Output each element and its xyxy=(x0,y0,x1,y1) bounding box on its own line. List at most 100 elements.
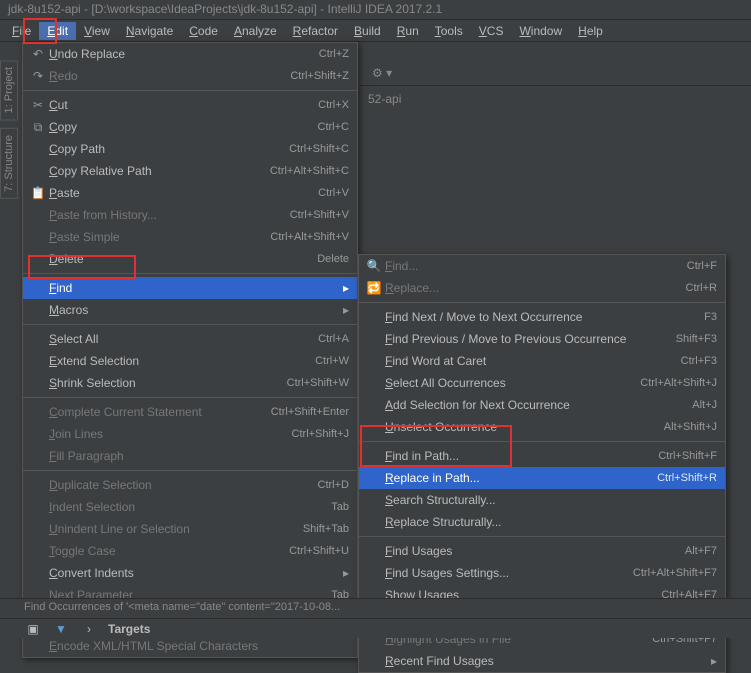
menu-refactor[interactable]: Refactor xyxy=(285,22,346,40)
menu-item-label: Indent Selection xyxy=(49,500,331,514)
menu-analyze[interactable]: Analyze xyxy=(226,22,285,40)
menu-help[interactable]: Help xyxy=(570,22,611,40)
menu-vcs[interactable]: VCS xyxy=(471,22,512,40)
find-item-find-usages[interactable]: Find UsagesAlt+F7 xyxy=(359,540,725,562)
edit-separator xyxy=(23,470,357,471)
find-item-find-next-move-to-next-occurrence[interactable]: Find Next / Move to Next OccurrenceF3 xyxy=(359,306,725,328)
edit-item-paste-simple[interactable]: Paste SimpleCtrl+Alt+Shift+V xyxy=(23,226,357,248)
edit-item-extend-selection[interactable]: Extend SelectionCtrl+W xyxy=(23,350,357,372)
statusbar: Find Occurrences of '<meta name="date" c… xyxy=(0,598,751,618)
menu-code[interactable]: Code xyxy=(181,22,226,40)
bottombar-label: Targets xyxy=(108,622,150,636)
editor-toolbar: ⚙ ▾ xyxy=(360,60,751,86)
find-item-find-word-at-caret[interactable]: Find Word at CaretCtrl+F3 xyxy=(359,350,725,372)
menu-window[interactable]: Window xyxy=(511,22,570,40)
edit-item-complete-current-statement[interactable]: Complete Current StatementCtrl+Shift+Ent… xyxy=(23,401,357,423)
menu-item-label: Find Previous / Move to Previous Occurre… xyxy=(385,332,676,346)
menu-item-label: Paste from History... xyxy=(49,208,290,222)
edit-item-fill-paragraph[interactable]: Fill Paragraph xyxy=(23,445,357,467)
menu-item-shortcut: Ctrl+R xyxy=(686,282,717,294)
menu-item-label: Search Structurally... xyxy=(385,493,717,507)
menu-item-shortcut: Ctrl+W xyxy=(315,355,349,367)
menu-item-label: Encode XML/HTML Special Characters xyxy=(49,639,349,653)
edit-item-find[interactable]: Find▸ xyxy=(23,277,357,299)
edit-item-undo-replace[interactable]: ↶Undo ReplaceCtrl+Z xyxy=(23,43,357,65)
find-item-recent-find-usages[interactable]: Recent Find Usages▸ xyxy=(359,650,725,672)
find-item-add-selection-for-next-occurrence[interactable]: Add Selection for Next OccurrenceAlt+J xyxy=(359,394,725,416)
menu-item-label: Macros xyxy=(49,303,337,317)
menu-item-label: Redo xyxy=(49,69,290,83)
filter-icon[interactable]: ▼ xyxy=(52,622,70,636)
edit-item-toggle-case[interactable]: Toggle CaseCtrl+Shift+U xyxy=(23,540,357,562)
edit-item-paste[interactable]: 📋PasteCtrl+V xyxy=(23,182,357,204)
edit-menu: ↶Undo ReplaceCtrl+Z↷RedoCtrl+Shift+Z ✂Cut… xyxy=(22,42,358,658)
window-title: jdk-8u152-api - [D:\workspace\IdeaProjec… xyxy=(0,0,751,20)
menu-item-label: Copy xyxy=(49,120,318,134)
🔁-icon: 🔁 xyxy=(363,281,385,295)
edit-item-shrink-selection[interactable]: Shrink SelectionCtrl+Shift+W xyxy=(23,372,357,394)
panel-icon[interactable]: ▣ xyxy=(24,622,42,636)
menu-item-shortcut: Ctrl+Alt+Shift+C xyxy=(270,165,349,177)
edit-item-cut[interactable]: ✂CutCtrl+X xyxy=(23,94,357,116)
menu-item-shortcut: Ctrl+Alt+Shift+V xyxy=(270,231,349,243)
edit-item-convert-indents[interactable]: Convert Indents▸ xyxy=(23,562,357,584)
find-item-search-structurally[interactable]: Search Structurally... xyxy=(359,489,725,511)
menu-item-label: Copy Relative Path xyxy=(49,164,270,178)
menu-item-label: Find Next / Move to Next Occurrence xyxy=(385,310,704,324)
edit-item-macros[interactable]: Macros▸ xyxy=(23,299,357,321)
find-item-replace[interactable]: 🔁Replace...Ctrl+R xyxy=(359,277,725,299)
menu-item-label: Join Lines xyxy=(49,427,292,441)
highlight-find xyxy=(28,255,136,279)
side-tab-project[interactable]: 1: Project xyxy=(0,60,18,120)
find-item-replace-in-path[interactable]: Replace in Path...Ctrl+Shift+R xyxy=(359,467,725,489)
find-item-find[interactable]: 🔍Find...Ctrl+F xyxy=(359,255,725,277)
edit-item-encode-xml-html-special-characters[interactable]: Encode XML/HTML Special Characters xyxy=(23,635,357,657)
find-item-select-all-occurrences[interactable]: Select All OccurrencesCtrl+Alt+Shift+J xyxy=(359,372,725,394)
side-tabs: 1: Project 7: Structure xyxy=(0,60,20,207)
menu-item-shortcut: Shift+Tab xyxy=(303,523,349,535)
menu-item-shortcut: Ctrl+Alt+Shift+J xyxy=(640,377,717,389)
menu-item-shortcut: Shift+F3 xyxy=(676,333,717,345)
editor-area: ⚙ ▾ 52-api xyxy=(360,60,751,112)
chevron-right-icon: ▸ xyxy=(337,566,349,580)
edit-item-join-lines[interactable]: Join LinesCtrl+Shift+J xyxy=(23,423,357,445)
edit-item-indent-selection[interactable]: Indent SelectionTab xyxy=(23,496,357,518)
menu-item-label: Convert Indents xyxy=(49,566,337,580)
menu-item-shortcut: Ctrl+Shift+W xyxy=(287,377,349,389)
edit-item-copy-relative-path[interactable]: Copy Relative PathCtrl+Alt+Shift+C xyxy=(23,160,357,182)
menu-item-shortcut: Tab xyxy=(331,501,349,513)
menu-item-shortcut: Ctrl+C xyxy=(318,121,349,133)
menu-item-shortcut: Delete xyxy=(317,253,349,265)
menu-tools[interactable]: Tools xyxy=(427,22,471,40)
find-item-find-usages-settings[interactable]: Find Usages Settings...Ctrl+Alt+Shift+F7 xyxy=(359,562,725,584)
edit-item-select-all[interactable]: Select AllCtrl+A xyxy=(23,328,357,350)
menu-item-shortcut: Ctrl+X xyxy=(318,99,349,111)
menu-item-label: Fill Paragraph xyxy=(49,449,349,463)
edit-item-unindent-line-or-selection[interactable]: Unindent Line or SelectionShift+Tab xyxy=(23,518,357,540)
menu-run[interactable]: Run xyxy=(389,22,427,40)
find-item-replace-structurally[interactable]: Replace Structurally... xyxy=(359,511,725,533)
gear-icon[interactable]: ⚙ ▾ xyxy=(372,66,392,80)
menu-item-label: Copy Path xyxy=(49,142,289,156)
↶-icon: ↶ xyxy=(27,47,49,61)
edit-item-duplicate-selection[interactable]: Duplicate SelectionCtrl+D xyxy=(23,474,357,496)
edit-item-copy-path[interactable]: Copy PathCtrl+Shift+C xyxy=(23,138,357,160)
edit-item-redo[interactable]: ↷RedoCtrl+Shift+Z xyxy=(23,65,357,87)
menu-item-shortcut: Ctrl+Shift+F xyxy=(658,450,717,462)
find-item-find-previous-move-to-previous-occurrence[interactable]: Find Previous / Move to Previous Occurre… xyxy=(359,328,725,350)
menu-item-label: Duplicate Selection xyxy=(49,478,318,492)
menu-item-label: Complete Current Statement xyxy=(49,405,271,419)
side-tab-structure[interactable]: 7: Structure xyxy=(0,128,18,199)
menu-view[interactable]: View xyxy=(76,22,118,40)
expand-icon[interactable]: › xyxy=(80,622,98,636)
menu-build[interactable]: Build xyxy=(346,22,389,40)
📋-icon: 📋 xyxy=(27,186,49,200)
menu-item-label: Find xyxy=(49,281,337,295)
menu-navigate[interactable]: Navigate xyxy=(118,22,181,40)
edit-separator xyxy=(23,397,357,398)
menu-item-shortcut: Ctrl+Shift+Enter xyxy=(271,406,349,418)
edit-item-paste-from-history[interactable]: Paste from History...Ctrl+Shift+V xyxy=(23,204,357,226)
menu-item-shortcut: Ctrl+D xyxy=(318,479,349,491)
edit-item-copy[interactable]: ⧉CopyCtrl+C xyxy=(23,116,357,138)
menu-item-shortcut: F3 xyxy=(704,311,717,323)
